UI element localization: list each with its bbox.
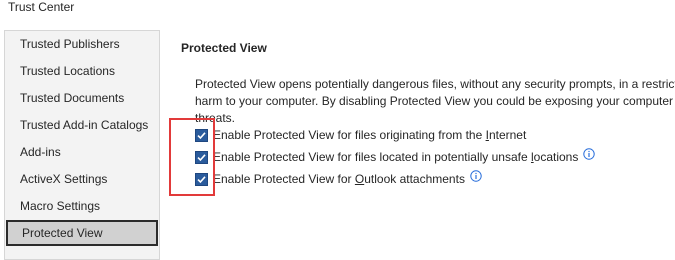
description-line: harm to your computer. By disabling Prot… (195, 94, 674, 108)
sidebar-item-add-ins[interactable]: Add-ins (6, 139, 158, 165)
option-unsafe-locations: Enable Protected View for files located … (195, 148, 596, 165)
sidebar-item-trusted-publishers[interactable]: Trusted Publishers (6, 31, 158, 57)
info-icon[interactable] (470, 170, 482, 182)
option-internet-files: Enable Protected View for files originat… (195, 127, 526, 143)
sidebar-item-activex-settings[interactable]: ActiveX Settings (6, 166, 158, 192)
description-line: Protected View opens potentially dangero… (195, 77, 675, 91)
description-line: threats. (195, 111, 236, 125)
sidebar-item-protected-view[interactable]: Protected View (6, 220, 158, 246)
sidebar-item-macro-settings[interactable]: Macro Settings (6, 193, 158, 219)
section-title: Protected View (181, 41, 267, 55)
option-outlook-attachments: Enable Protected View for Outlook attach… (195, 170, 482, 187)
annotation-highlight-box (169, 118, 215, 196)
outlook-attachments-label[interactable]: Enable Protected View for Outlook attach… (213, 172, 465, 186)
sidebar-item-trusted-add-in-catalogs[interactable]: Trusted Add-in Catalogs (6, 112, 158, 138)
internet-files-label[interactable]: Enable Protected View for files originat… (213, 128, 526, 142)
info-icon[interactable] (583, 148, 596, 160)
sidebar: Trusted Publishers Trusted Locations Tru… (4, 30, 160, 260)
unsafe-locations-label[interactable]: Enable Protected View for files located … (213, 150, 578, 164)
sidebar-item-trusted-documents[interactable]: Trusted Documents (6, 85, 158, 111)
window-title: Trust Center (8, 0, 75, 14)
sidebar-item-trusted-locations[interactable]: Trusted Locations (6, 58, 158, 84)
description: Protected View opens potentially dangero… (195, 76, 675, 127)
